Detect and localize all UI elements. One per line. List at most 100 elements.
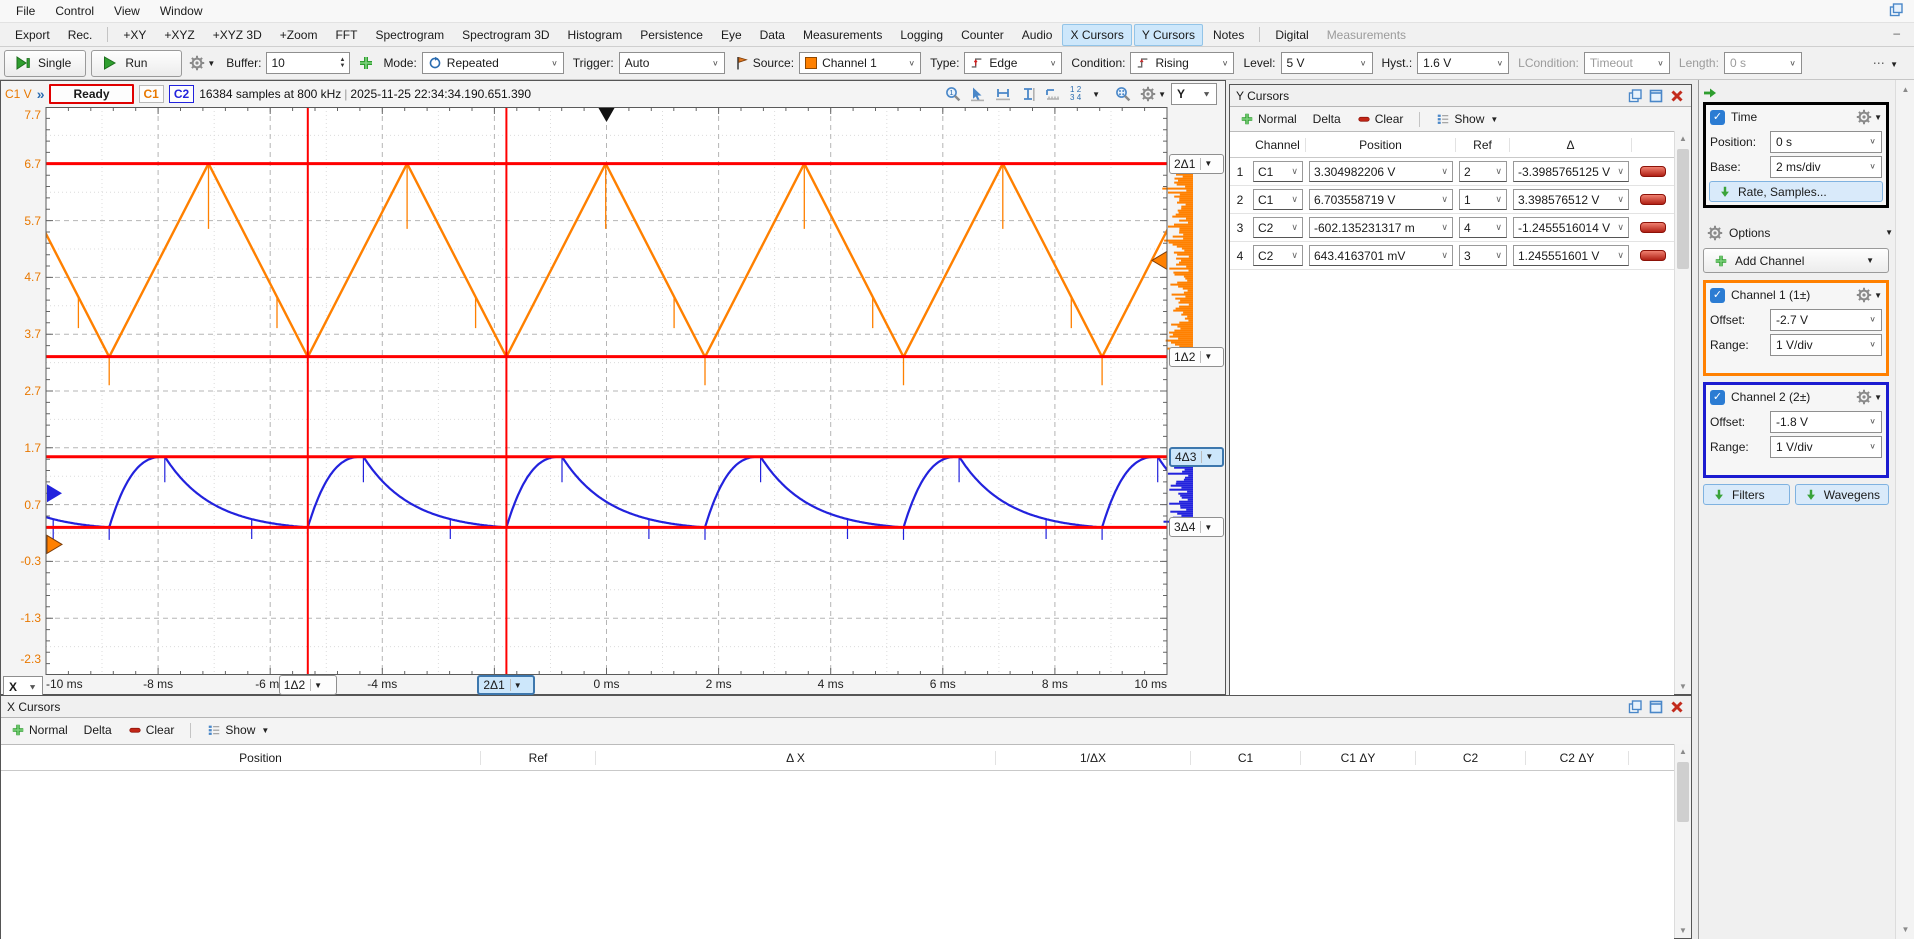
view-persistence[interactable]: Persistence (632, 24, 711, 46)
y-cursor-delta-field[interactable]: -3.3985765125 V∨ (1513, 161, 1629, 182)
maximize-icon[interactable] (1648, 88, 1664, 104)
channel2-badge[interactable]: C2 (169, 85, 194, 103)
y-cursor-channel-select[interactable]: C1∨ (1253, 161, 1303, 182)
lcondition-select[interactable]: Timeout∨ (1584, 52, 1670, 74)
view-counter[interactable]: Counter (953, 24, 1012, 46)
y-cursor-position-field[interactable]: 643.4163701 mV∨ (1309, 245, 1453, 266)
plot-settings-icon[interactable]: ▼ (1140, 86, 1166, 102)
expand-icon[interactable]: » (37, 86, 45, 102)
x-cursor-marker-1Δ2[interactable]: 1Δ2▼ (279, 675, 337, 695)
menu-file[interactable]: File (6, 1, 45, 21)
x-show-button[interactable]: Show▼ (201, 721, 275, 739)
y-delta-button[interactable]: Delta (1307, 110, 1347, 128)
y-cursor-marker-4Δ3[interactable]: 4Δ3▼ (1169, 447, 1224, 467)
close-icon[interactable] (1669, 699, 1685, 715)
channel1-gear-icon[interactable]: ▼ (1856, 287, 1882, 303)
view-spectrogram[interactable]: Spectrogram (367, 24, 452, 46)
x-delta-button[interactable]: Delta (78, 721, 118, 739)
close-icon[interactable] (1669, 88, 1685, 104)
channel2-range-select[interactable]: 1 V/div∨ (1770, 436, 1882, 458)
scope-graph[interactable] (1, 107, 1227, 675)
type-select[interactable]: Edge∨ (964, 52, 1062, 74)
undock-icon[interactable] (1627, 88, 1643, 104)
track-cursor-icon[interactable] (970, 86, 986, 102)
delete-cursor-button[interactable] (1640, 166, 1666, 177)
toolbar-overflow-button[interactable]: ⋯ ▼ (1873, 56, 1898, 70)
cursor-order-icon[interactable]: 1 23 4 (1070, 86, 1081, 102)
view-measurements[interactable]: Measurements (1319, 24, 1414, 46)
y-clear-button[interactable]: Clear (1351, 110, 1410, 128)
y-cursors-scrollbar[interactable]: ▲▼ (1674, 131, 1691, 694)
buffer-spin-arrows[interactable]: ▲▼ (339, 57, 345, 69)
y-cursor-delta-field[interactable]: -1.2455516014 V∨ (1513, 217, 1629, 238)
x-cursors-scrollbar[interactable]: ▲▼ (1674, 744, 1691, 938)
condition-select[interactable]: Rising∨ (1130, 52, 1234, 74)
y-cursor-channel-select[interactable]: C2∨ (1253, 245, 1303, 266)
channel1-checkbox[interactable]: ✓ (1710, 288, 1725, 303)
channel2-checkbox[interactable]: ✓ (1710, 390, 1725, 405)
view--zoom[interactable]: +Zoom (272, 24, 326, 46)
acquisition-gear-icon[interactable]: ▼ (189, 55, 215, 71)
view-fft[interactable]: FFT (327, 24, 365, 46)
add-channel-button[interactable]: Add Channel ▼ (1703, 248, 1889, 273)
maximize-icon[interactable] (1648, 699, 1664, 715)
filters-button[interactable]: Filters (1703, 484, 1790, 505)
channel2-offset-select[interactable]: -1.8 V∨ (1770, 411, 1882, 433)
channel1-range-select[interactable]: 1 V/div∨ (1770, 334, 1882, 356)
menu-control[interactable]: Control (45, 1, 104, 21)
buffer-input[interactable]: 10 ▲▼ (266, 52, 350, 74)
view-audio[interactable]: Audio (1014, 24, 1061, 46)
options-row[interactable]: Options ▼ (1703, 220, 1897, 245)
trigger-select[interactable]: Auto∨ (619, 52, 725, 74)
vertical-cursor-icon[interactable] (1020, 86, 1036, 102)
time-base-select[interactable]: 2 ms/div∨ (1770, 156, 1882, 178)
y-cursor-channel-select[interactable]: C2∨ (1253, 217, 1303, 238)
y-show-button[interactable]: Show▼ (1430, 110, 1504, 128)
sidebar-scrollbar[interactable]: ▲▼ (1895, 80, 1914, 939)
y-cursor-delta-field[interactable]: 1.245551601 V∨ (1513, 245, 1629, 266)
x-add-normal-button[interactable]: Normal (5, 721, 74, 739)
rate-samples-button[interactable]: Rate, Samples... (1709, 181, 1883, 202)
y-cursor-ref-select[interactable]: 4∨ (1459, 217, 1507, 238)
undock-icon[interactable] (1627, 699, 1643, 715)
view--xy[interactable]: +XY (115, 24, 154, 46)
y-cursor-channel-select[interactable]: C1∨ (1253, 189, 1303, 210)
viewbar-minimize-icon[interactable]: – (1893, 26, 1900, 40)
zoom-in-icon[interactable] (945, 86, 961, 102)
horizontal-cursor-icon[interactable] (995, 86, 1011, 102)
view-spectrogram-3d[interactable]: Spectrogram 3D (454, 24, 557, 46)
zoom-options-icon[interactable] (1115, 86, 1131, 102)
length-select[interactable]: 0 s∨ (1724, 52, 1802, 74)
mode-select[interactable]: Repeated∨ (422, 52, 564, 74)
run-button[interactable]: Run (91, 50, 182, 77)
view--xyz[interactable]: +XYZ (156, 24, 202, 46)
window-cascade-icon[interactable] (1888, 2, 1904, 21)
x-cursor-marker-2Δ1[interactable]: 2Δ1▼ (477, 675, 535, 695)
menu-window[interactable]: Window (150, 1, 213, 21)
cursor-order-dropdown-icon[interactable]: ▼ (1092, 90, 1100, 99)
view-logging[interactable]: Logging (892, 24, 951, 46)
view-export[interactable]: Export (7, 24, 58, 46)
y-cursor-delta-field[interactable]: 3.398576512 V∨ (1513, 189, 1629, 210)
y-cursor-ref-select[interactable]: 3∨ (1459, 245, 1507, 266)
view-data[interactable]: Data (752, 24, 793, 46)
hysteresis-select[interactable]: 1.6 V∨ (1417, 52, 1509, 74)
view--xyz-3d[interactable]: +XYZ 3D (205, 24, 270, 46)
channel1-offset-select[interactable]: -2.7 V∨ (1770, 309, 1882, 331)
y-cursor-position-field[interactable]: 3.304982206 V∨ (1309, 161, 1453, 182)
time-gear-icon[interactable]: ▼ (1856, 109, 1882, 125)
level-select[interactable]: 5 V∨ (1281, 52, 1373, 74)
x-clear-button[interactable]: Clear (122, 721, 181, 739)
view-rec-[interactable]: Rec. (60, 24, 101, 46)
view-measurements[interactable]: Measurements (795, 24, 890, 46)
view-histogram[interactable]: Histogram (560, 24, 631, 46)
source-select[interactable]: Channel 1∨ (799, 52, 921, 74)
delete-cursor-button[interactable] (1640, 194, 1666, 205)
menu-view[interactable]: View (104, 1, 150, 21)
y-cursor-position-field[interactable]: -602.135231317 m∨ (1309, 217, 1453, 238)
y-cursor-position-field[interactable]: 6.703558719 V∨ (1309, 189, 1453, 210)
delete-cursor-button[interactable] (1640, 250, 1666, 261)
time-checkbox[interactable]: ✓ (1710, 110, 1725, 125)
wavegens-button[interactable]: Wavegens (1795, 484, 1889, 505)
y-cursor-ref-select[interactable]: 2∨ (1459, 161, 1507, 182)
